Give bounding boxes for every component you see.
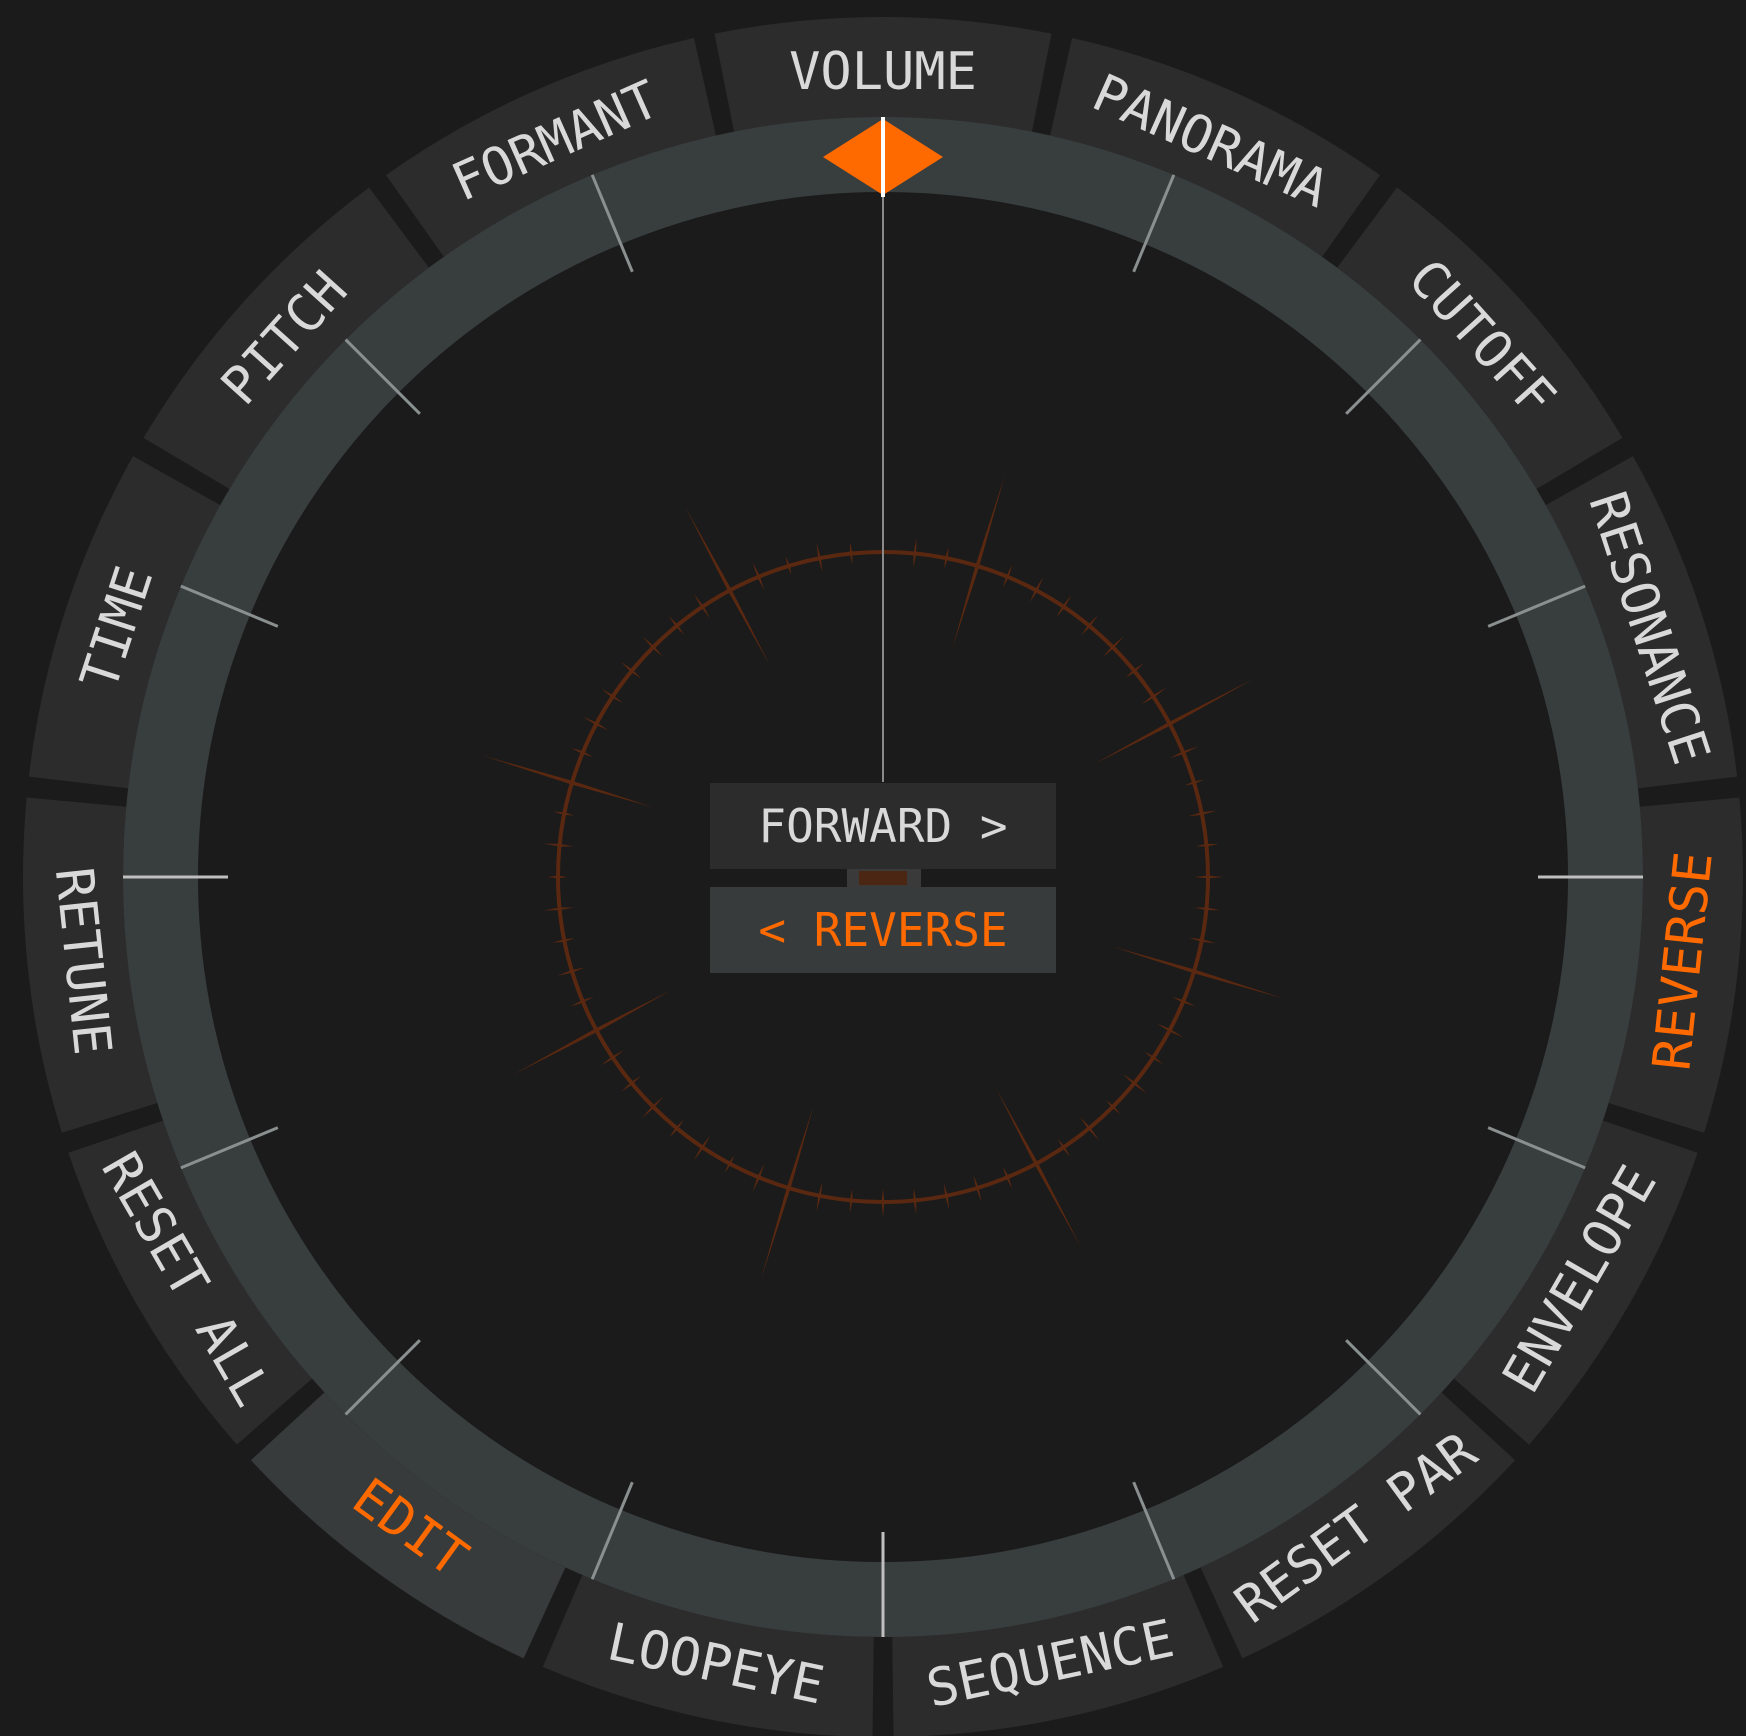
forward-button[interactable]: FORWARD > xyxy=(710,783,1056,869)
loopeye-dial: VOLUME PANORAMA CUTOFF RESONANCE REVERSE ENVE… xyxy=(0,0,1746,1736)
segment-volume-label: VOLUME xyxy=(789,42,977,102)
segment-volume[interactable]: VOLUME xyxy=(714,16,1052,132)
center-divider-indicator xyxy=(859,871,907,885)
reverse-button-label: < REVERSE xyxy=(758,903,1008,957)
reverse-button[interactable]: < REVERSE xyxy=(710,887,1056,973)
forward-button-label: FORWARD > xyxy=(758,799,1008,853)
